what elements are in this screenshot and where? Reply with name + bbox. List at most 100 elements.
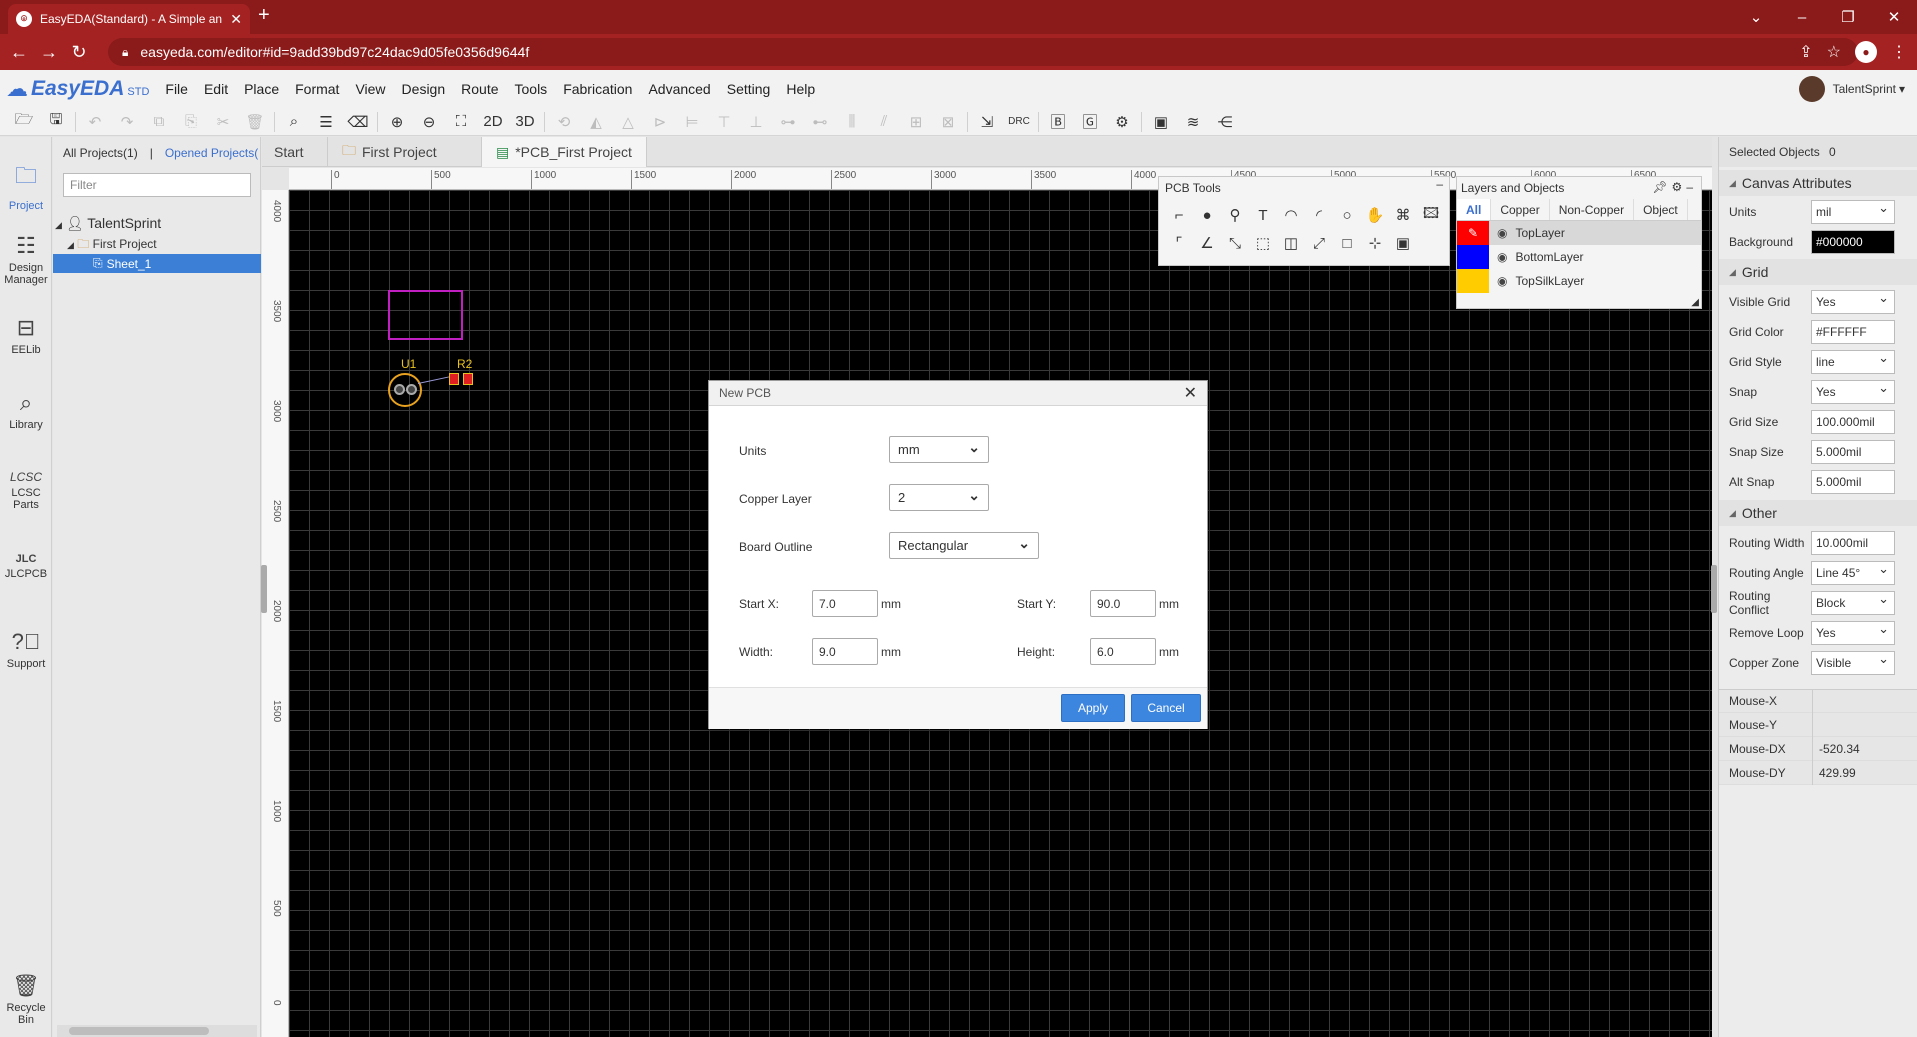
tab-first-project[interactable]: 🗀︎ First Project	[328, 137, 482, 167]
order-pcb-icon[interactable]: ⚙	[1106, 109, 1138, 135]
arc-center-icon[interactable]: ◜	[1305, 201, 1333, 229]
menu-edit[interactable]: Edit	[196, 81, 236, 97]
menu-design[interactable]: Design	[394, 81, 454, 97]
minimize-icon[interactable]: –	[1779, 9, 1825, 26]
rail-lcsc[interactable]: LCSC LCSC Parts	[0, 470, 52, 511]
layer-row-top[interactable]: ✎ ◉ TopLayer	[1457, 221, 1701, 245]
layers-icon[interactable]: ≋	[1177, 109, 1209, 135]
view-2d-button[interactable]: 2D	[477, 109, 509, 135]
collapse-icon[interactable]: ◢	[1729, 178, 1736, 189]
bom-icon[interactable]: 🄱	[1042, 109, 1074, 135]
board-outline-rect[interactable]	[388, 290, 463, 340]
grid-header[interactable]: Grid	[1742, 264, 1768, 280]
width-input[interactable]: 9.0	[812, 638, 878, 665]
rotate-icon[interactable]: ⟲	[548, 109, 580, 135]
rail-recycle-bin[interactable]: 🗑︎ Recycle Bin	[0, 973, 52, 1026]
copper-layer-select[interactable]: 2	[889, 484, 989, 511]
menu-tools[interactable]: Tools	[507, 81, 556, 97]
align-bottom-icon[interactable]: ⊥	[740, 109, 772, 135]
start-y-input[interactable]: 90.0	[1090, 590, 1156, 617]
routing-width-input[interactable]: 10.000mil	[1811, 531, 1895, 555]
view-3d-button[interactable]: 3D	[509, 109, 541, 135]
apply-button[interactable]: Apply	[1061, 694, 1125, 722]
browser-tab[interactable]: ⌾ EasyEDA(Standard) - A Simple an ✕	[8, 4, 250, 34]
tab-pcb-first-project[interactable]: ▤ *PCB_First Project	[482, 137, 647, 167]
rail-jlcpcb[interactable]: JLC JLCPCB	[0, 553, 52, 580]
left-splitter[interactable]	[261, 565, 267, 613]
via-icon[interactable]: ⚲	[1221, 201, 1249, 229]
rail-library[interactable]: ⌕ Library	[0, 390, 52, 431]
tree-sheet[interactable]: ⎘ Sheet_1	[53, 254, 261, 273]
copper-area-icon[interactable]: ◫	[1277, 229, 1305, 257]
pin-icon[interactable]: 📌︎	[1652, 180, 1671, 194]
layer-color-swatch[interactable]: ✎	[1457, 221, 1489, 245]
redo-icon[interactable]: ↷	[111, 109, 143, 135]
image-icon[interactable]: 🖾︎	[1417, 201, 1445, 229]
connect-pad-icon[interactable]: ⤡	[1221, 229, 1249, 257]
cancel-button[interactable]: Cancel	[1131, 694, 1201, 722]
layer-tab-non-copper[interactable]: Non-Copper	[1550, 199, 1635, 220]
rail-design-manager[interactable]: ☷ Design Manager	[0, 233, 52, 286]
align-center-v-icon[interactable]: ⊷	[804, 109, 836, 135]
expand-icon[interactable]: ◢	[67, 240, 74, 250]
menu-view[interactable]: View	[347, 81, 393, 97]
background-input[interactable]: #000000	[1811, 230, 1895, 254]
find-similar-icon[interactable]: ☰	[310, 109, 342, 135]
close-tab-icon[interactable]: ✕	[230, 11, 242, 28]
start-x-input[interactable]: 7.0	[812, 590, 878, 617]
measure-icon[interactable]: ⤢	[1305, 229, 1333, 257]
circle-icon[interactable]: ○	[1333, 201, 1361, 229]
menu-setting[interactable]: Setting	[719, 81, 779, 97]
align-right-icon[interactable]: ⊨	[676, 109, 708, 135]
align-grid-icon[interactable]: ⊞	[900, 109, 932, 135]
layer-tab-copper[interactable]: Copper	[1491, 199, 1550, 220]
rail-support[interactable]: ?⃝ Support	[0, 629, 52, 670]
pad-icon[interactable]: ●	[1193, 201, 1221, 229]
right-splitter[interactable]	[1711, 565, 1717, 613]
arc-icon[interactable]: ◠	[1277, 201, 1305, 229]
menu-fabrication[interactable]: Fabrication	[555, 81, 640, 97]
u1-label[interactable]: U1	[401, 357, 416, 371]
flip-v-icon[interactable]: △	[612, 109, 644, 135]
open-folder-icon[interactable]: 🗁︎	[8, 109, 40, 135]
menu-file[interactable]: File	[157, 81, 196, 97]
units-select[interactable]: mm	[889, 436, 989, 463]
back-icon[interactable]: ←	[4, 42, 34, 63]
cut-icon[interactable]: ✂	[207, 109, 239, 135]
tree-project[interactable]: ◢ 🗀︎ First Project	[67, 235, 157, 256]
layer-tab-all[interactable]: All	[1457, 199, 1492, 220]
tab-start[interactable]: Start	[262, 137, 328, 167]
minimize-panel-icon[interactable]: –	[1436, 177, 1443, 191]
opened-projects-tab[interactable]: Opened Projects(	[165, 146, 258, 160]
grid-style-select[interactable]: line	[1811, 350, 1895, 374]
fit-view-icon[interactable]: ⛶	[445, 109, 477, 135]
remove-loop-select[interactable]: Yes	[1811, 621, 1895, 645]
layer-color-swatch[interactable]	[1457, 269, 1489, 293]
collapse-icon[interactable]: ◢	[1729, 267, 1736, 278]
u1-footprint[interactable]	[388, 373, 422, 407]
menu-advanced[interactable]: Advanced	[640, 81, 718, 97]
zoom-in-icon[interactable]: ⊕	[381, 109, 413, 135]
undo-icon[interactable]: ↶	[79, 109, 111, 135]
align-left-icon[interactable]: ⊳	[644, 109, 676, 135]
resize-grip-icon[interactable]: ◢	[1691, 297, 1699, 308]
browser-menu-icon[interactable]: ⋮	[1891, 42, 1907, 62]
other-header[interactable]: Other	[1742, 505, 1777, 521]
eye-icon[interactable]: ◉	[1497, 250, 1507, 264]
lock-icon[interactable]: 🔒︎	[122, 45, 128, 60]
drc-button[interactable]: DRC	[1003, 109, 1035, 135]
filter-input[interactable]: Filter	[63, 173, 251, 197]
units-select[interactable]: mil	[1811, 200, 1895, 224]
eraser-icon[interactable]: ⌫	[342, 109, 374, 135]
rail-eelib[interactable]: ⊟ EELib	[0, 315, 52, 356]
track-icon[interactable]: ⌐	[1165, 201, 1193, 229]
new-tab-icon[interactable]: +	[258, 4, 270, 27]
delete-icon[interactable]: 🗑︎	[239, 109, 271, 135]
layer-tab-object[interactable]: Object	[1634, 199, 1688, 220]
rect-select-icon[interactable]: ⬚	[1249, 229, 1277, 257]
pan-hand-icon[interactable]: ✋	[1361, 201, 1389, 229]
restore-icon[interactable]: ❐	[1825, 8, 1871, 26]
export-image-icon[interactable]: ▣	[1145, 109, 1177, 135]
profile-avatar-icon[interactable]: ●	[1855, 41, 1877, 63]
bookmark-star-icon[interactable]: ☆	[1827, 42, 1841, 62]
